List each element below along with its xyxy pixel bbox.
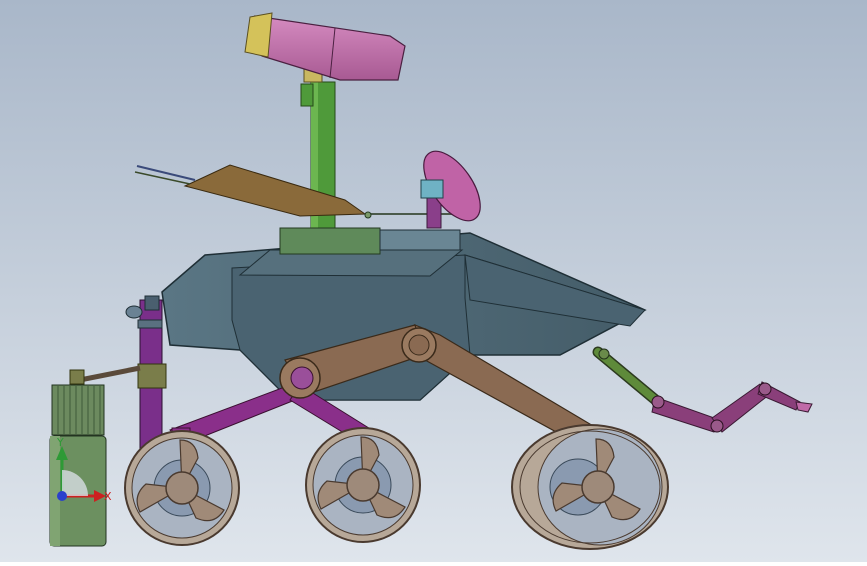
triad-y-label: Y xyxy=(56,436,64,449)
middle-wheel[interactable] xyxy=(305,427,421,543)
front-wheel[interactable] xyxy=(124,430,240,546)
cylinder-instrument[interactable] xyxy=(49,384,107,547)
rover-model-canvas: Y X xyxy=(0,0,867,562)
rear-wheel[interactable] xyxy=(511,424,669,550)
triad-x-label: X xyxy=(104,490,112,503)
cad-viewport[interactable]: Y X xyxy=(0,0,867,562)
